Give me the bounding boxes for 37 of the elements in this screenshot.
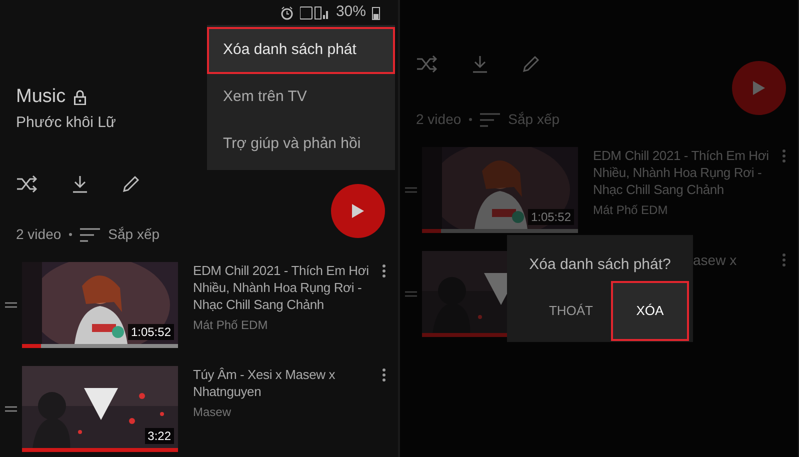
- shuffle-icon[interactable]: [16, 175, 38, 193]
- channel-name: Masew: [193, 404, 232, 420]
- video-title: Túy Âm - Xesi x Masew x Nhatnguyen: [193, 366, 336, 400]
- video-title: asew x: [693, 251, 738, 269]
- dialog-title: Xóa danh sách phát?: [529, 255, 671, 275]
- video-count: 2 video: [16, 225, 62, 244]
- channel-name: Mát Phố EDM: [593, 202, 669, 218]
- pencil-icon[interactable]: [122, 175, 140, 193]
- menu-item[interactable]: Xem trên TV: [207, 74, 395, 121]
- video-title: EDM Chill 2021 - Thích Em Hơi Nhiều, Nhành Hoa Rụng Rơi - Nhạc Chill Sang Chảnh: [193, 262, 370, 313]
- more-options-icon[interactable]: [382, 368, 386, 382]
- sort-icon: [80, 228, 100, 242]
- play-button[interactable]: [331, 184, 385, 238]
- sort-icon: [480, 112, 500, 126]
- video-duration: 1:05:52: [528, 209, 574, 225]
- drag-handle-icon[interactable]: [5, 406, 17, 412]
- channel-name: Mát Phố EDM: [193, 317, 269, 333]
- battery-percentage: 30%: [336, 2, 366, 22]
- battery-icon: [372, 6, 380, 20]
- video-duration: 1:05:52: [128, 324, 174, 340]
- menu-item[interactable]: Xóa danh sách phát: [207, 27, 395, 74]
- playlist-title: Music: [16, 86, 66, 108]
- video-title: EDM Chill 2021 - Thích Em Hơi Nhiều, Nhành Hoa Rụng Rơi - Nhạc Chill Sang Chảnh: [593, 147, 770, 198]
- dialog-button[interactable]: XÓA: [611, 280, 689, 340]
- playlist-owner: Phước khôi Lữ: [16, 114, 117, 132]
- dialog-button[interactable]: THOÁT: [530, 280, 611, 340]
- video-duration: 3:22: [144, 428, 174, 444]
- alarm-icon: [280, 6, 294, 20]
- menu-item[interactable]: Trợ giúp và phản hồi: [207, 121, 395, 168]
- drag-handle-icon[interactable]: [5, 302, 17, 308]
- more-options-icon[interactable]: [382, 264, 386, 278]
- download-icon[interactable]: [72, 175, 88, 193]
- play-icon: [352, 204, 364, 218]
- video-count: 2 video: [416, 110, 462, 129]
- network-icon: [300, 6, 330, 20]
- play-icon: [753, 81, 765, 95]
- sort-button[interactable]: Sắp xếp: [80, 224, 160, 245]
